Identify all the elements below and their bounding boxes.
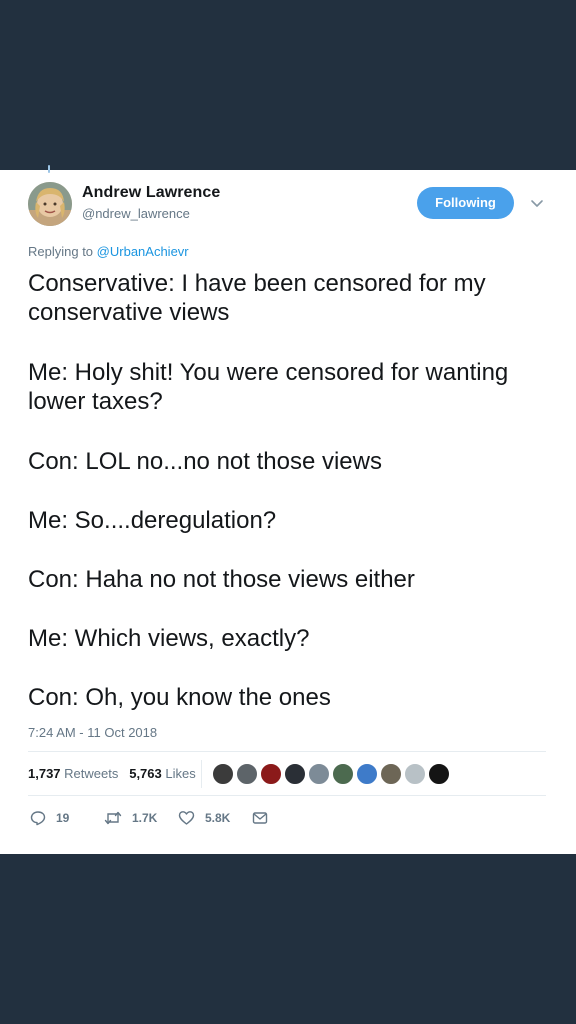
liker-avatar[interactable] bbox=[332, 763, 354, 785]
reply-count: 19 bbox=[56, 811, 70, 825]
likes-label: Likes bbox=[165, 766, 196, 781]
likes-stat[interactable]: 5,763 Likes bbox=[129, 766, 196, 781]
author-display-name[interactable]: Andrew Lawrence bbox=[82, 184, 220, 202]
tweet-paragraph: Me: Which views, exactly? bbox=[28, 625, 310, 652]
tweet-paragraph: Con: LOL no...no not those views bbox=[28, 448, 382, 475]
retweet-button[interactable]: 1.7K bbox=[104, 809, 157, 827]
tweet-paragraph: Me: So....deregulation? bbox=[28, 507, 277, 534]
tweet-paragraph: Con: Oh, you know the ones bbox=[28, 684, 331, 711]
author-handle[interactable]: @ndrew_lawrence bbox=[82, 206, 190, 221]
chevron-down-icon[interactable] bbox=[530, 196, 544, 207]
liker-avatar[interactable] bbox=[308, 763, 330, 785]
liker-avatar[interactable] bbox=[404, 763, 426, 785]
following-button[interactable]: Following bbox=[417, 187, 514, 219]
like-count: 5.8K bbox=[205, 811, 231, 825]
liker-avatar[interactable] bbox=[356, 763, 378, 785]
liker-avatar[interactable] bbox=[212, 763, 234, 785]
likes-count: 5,763 bbox=[129, 766, 162, 781]
stats-separator bbox=[201, 760, 202, 788]
liker-avatar[interactable] bbox=[428, 763, 450, 785]
tweet-paragraph: Conservative: I have been censored for m… bbox=[28, 270, 486, 326]
retweets-stat[interactable]: 1,737 Retweets bbox=[28, 766, 118, 781]
retweets-count: 1,737 bbox=[28, 766, 61, 781]
heart-icon bbox=[178, 811, 195, 825]
liker-avatar[interactable] bbox=[380, 763, 402, 785]
reply-icon bbox=[30, 811, 46, 826]
retweet-icon bbox=[104, 811, 122, 825]
reply-mention-link[interactable]: @UrbanAchievr bbox=[97, 244, 189, 259]
divider bbox=[28, 795, 546, 796]
replying-prefix: Replying to bbox=[28, 244, 94, 259]
liker-avatar[interactable] bbox=[260, 763, 282, 785]
retweet-count: 1.7K bbox=[132, 811, 158, 825]
divider bbox=[28, 751, 546, 752]
direct-message-button[interactable] bbox=[252, 809, 278, 827]
tweet-timestamp[interactable]: 7:24 AM - 11 Oct 2018 bbox=[28, 725, 157, 740]
envelope-icon bbox=[252, 812, 268, 824]
reply-button[interactable]: 19 bbox=[30, 809, 69, 827]
like-button[interactable]: 5.8K bbox=[178, 809, 230, 827]
liker-avatar[interactable] bbox=[236, 763, 258, 785]
tweet-paragraph: Con: Haha no not those views either bbox=[28, 566, 415, 593]
avatar[interactable] bbox=[28, 182, 72, 226]
retweets-label: Retweets bbox=[64, 766, 119, 781]
engagement-stats: 1,737 Retweets 5,763 Likes bbox=[28, 766, 196, 781]
tweet-paragraph: Me: Holy shit! You were censored for wan… bbox=[28, 359, 509, 415]
replying-to: Replying to @UrbanAchievr bbox=[28, 244, 189, 259]
thread-connector bbox=[48, 165, 50, 173]
liker-avatar[interactable] bbox=[284, 763, 306, 785]
